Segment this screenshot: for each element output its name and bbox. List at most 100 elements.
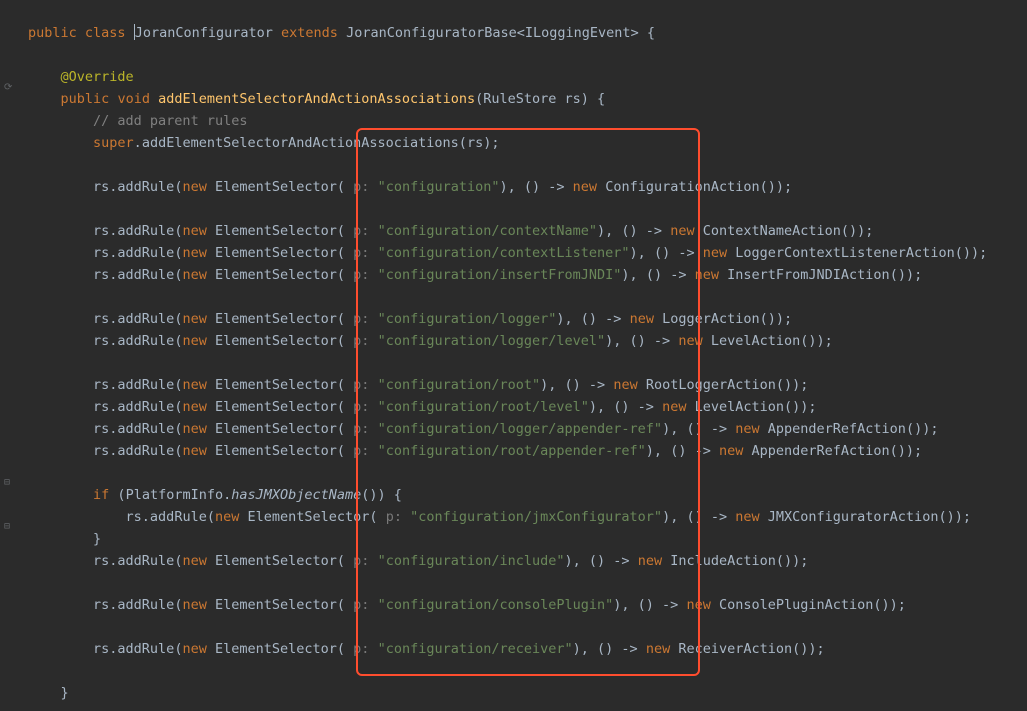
string-path: "configuration/contextName" [378,223,597,239]
string-path: "configuration/logger/appender-ref" [378,421,662,437]
string-path: "configuration/logger" [378,311,557,327]
keyword-new: new [670,223,694,239]
keyword-new: new [182,267,206,283]
keyword-extends: extends [281,25,338,41]
keyword-new: new [638,553,662,569]
es-ctor: ElementSelector [215,245,337,261]
string-path: "configuration/root/appender-ref" [378,443,646,459]
action-class: ConfigurationAction [605,179,759,195]
param-hint: p: [353,267,369,283]
rs-addrule: rs.addRule [93,553,174,569]
keyword-new: new [182,641,206,657]
action-class: RootLoggerAction [646,377,776,393]
keyword-new: new [182,377,206,393]
action-class: LevelAction [695,399,784,415]
keyword-class: class [85,25,126,41]
keyword-new: new [182,333,206,349]
param-hint: p: [353,333,369,349]
es-ctor: ElementSelector [215,553,337,569]
string-path: "configuration/include" [378,553,565,569]
param-hint: p: [353,311,369,327]
keyword-void: void [117,91,150,107]
es-ctor: ElementSelector [215,597,337,613]
action-class: LoggerContextListenerAction [735,245,954,261]
es-ctor: ElementSelector [215,443,337,459]
keyword-new: new [703,245,727,261]
keyword-new: new [215,509,239,525]
generic-type: ILoggingEvent [525,25,631,41]
string-path: "configuration" [378,179,500,195]
keyword-new: new [630,311,654,327]
method-name: addElementSelectorAndActionAssociations [158,91,475,107]
keyword-new: new [695,267,719,283]
comment: // add parent rules [93,113,247,129]
rs-addrule: rs.addRule [93,377,174,393]
text-cursor [134,24,135,40]
lambda: () -> [654,245,695,261]
param-name: rs [565,91,581,107]
lambda: () -> [686,421,727,437]
keyword-new: new [573,179,597,195]
rs-addrule: rs.addRule [93,597,174,613]
code-editor[interactable]: public class JoranConfigurator extends J… [0,0,1027,704]
lambda: () -> [638,597,679,613]
string-path: "configuration/receiver" [378,641,573,657]
rs-addrule: rs.addRule [93,267,174,283]
close-brace: } [61,685,69,701]
keyword-new: new [735,421,759,437]
string-path: "configuration/contextListener" [378,245,630,261]
lambda: () -> [686,509,727,525]
rs-addrule: rs.addRule [93,333,174,349]
action-class: ContextNameAction [703,223,841,239]
keyword-new: new [182,311,206,327]
lambda: () -> [613,399,654,415]
es-ctor: ElementSelector [215,267,337,283]
keyword-super: super [93,135,134,151]
lambda: () -> [589,553,630,569]
param-hint: p: [353,641,369,657]
rs-addrule: rs.addRule [93,641,174,657]
es-ctor: ElementSelector [248,509,370,525]
es-ctor: ElementSelector [215,179,337,195]
annotation-override: @Override [61,69,134,85]
rs-addrule: rs.addRule [93,223,174,239]
keyword-new: new [182,443,206,459]
es-ctor: ElementSelector [215,421,337,437]
keyword-new: new [735,509,759,525]
if-obj: PlatformInfo [126,487,224,503]
keyword-new: new [686,597,710,613]
action-class: AppenderRefAction [768,421,906,437]
es-ctor: ElementSelector [215,399,337,415]
action-class: JMXConfiguratorAction [768,509,939,525]
keyword-new: new [613,377,637,393]
lambda: () -> [646,267,687,283]
rs-addrule: rs.addRule [93,311,174,327]
string-path: "configuration/logger/level" [378,333,606,349]
lambda: () -> [581,311,622,327]
brace: { [597,91,605,107]
super-arg: rs [467,135,483,151]
lambda: () -> [597,641,638,657]
param-hint: p: [386,509,402,525]
param-hint: p: [353,399,369,415]
if-method: hasJMXObjectName [231,487,361,503]
keyword-new: new [182,399,206,415]
keyword-public: public [61,91,110,107]
action-class: ReceiverAction [678,641,792,657]
rs-addrule: rs.addRule [93,245,174,261]
es-ctor: ElementSelector [215,641,337,657]
lambda: () -> [670,443,711,459]
keyword-new: new [678,333,702,349]
lambda: () -> [621,223,662,239]
param-hint: p: [353,597,369,613]
param-hint: p: [353,421,369,437]
es-ctor: ElementSelector [215,377,337,393]
keyword-new: new [182,597,206,613]
param-hint: p: [353,245,369,261]
lambda: () -> [565,377,606,393]
param-hint: p: [353,377,369,393]
es-ctor: ElementSelector [215,333,337,349]
base-class: JoranConfiguratorBase [346,25,517,41]
keyword-new: new [182,179,206,195]
keyword-new: new [182,223,206,239]
